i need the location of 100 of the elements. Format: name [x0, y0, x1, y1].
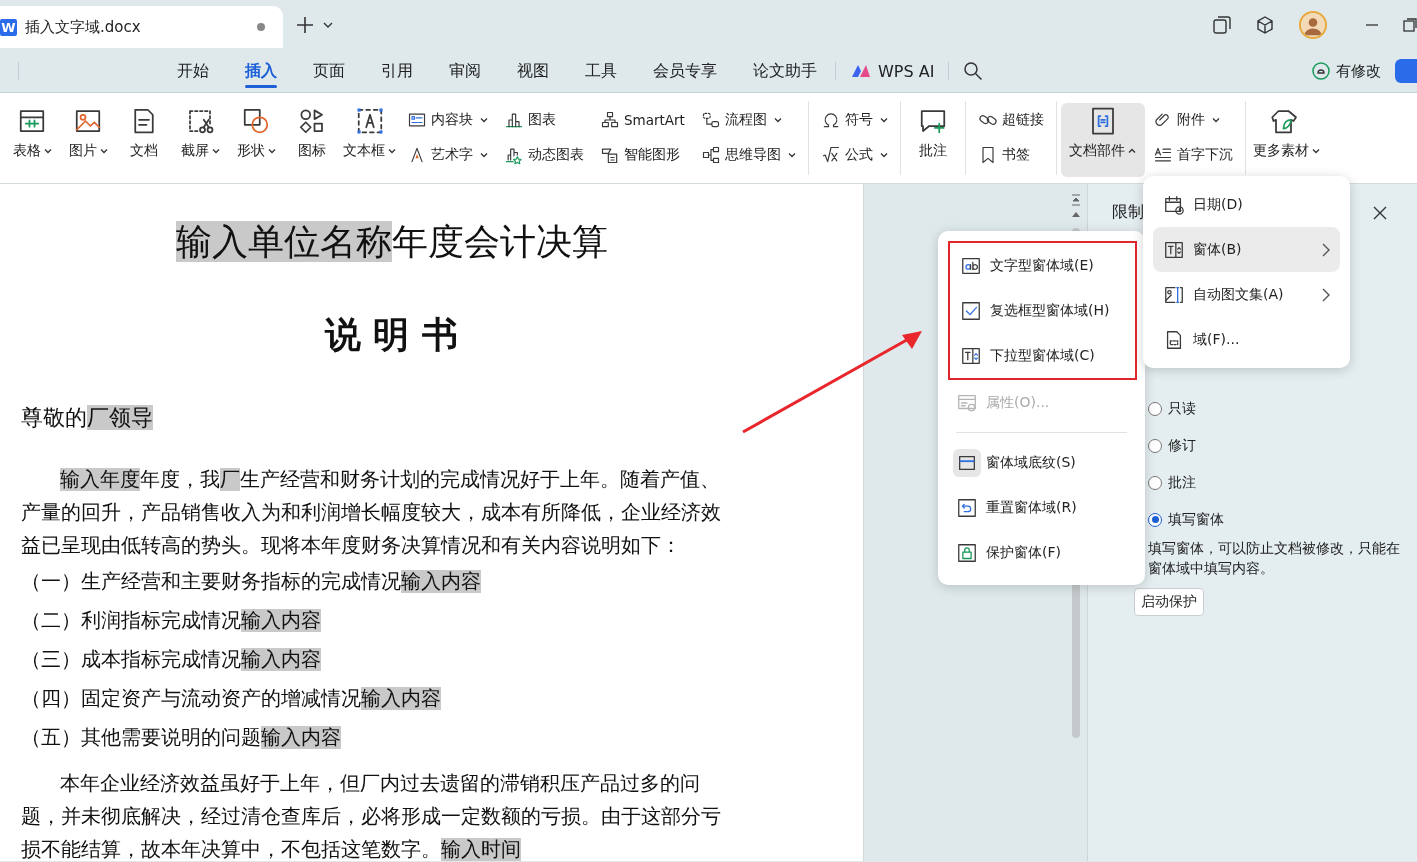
ribbon-button[interactable]: 动态图表 [502, 137, 586, 172]
ribbon-button[interactable]: 更多素材 [1249, 93, 1323, 183]
app-logo: W [0, 18, 17, 36]
list-item: （五）其他需要说明的问题输入内容 [21, 725, 342, 751]
plus-icon[interactable] [295, 15, 315, 35]
ai-button[interactable]: WPS AI [836, 61, 949, 81]
radio-option[interactable]: 修订 [1148, 427, 1224, 464]
caret-icon [787, 151, 796, 158]
ribbon-button[interactable]: 符号 [818, 102, 890, 137]
radio-option[interactable]: 只读 [1148, 390, 1224, 427]
menu-item[interactable]: 下拉型窗体域(C) [950, 333, 1135, 378]
menu-tab[interactable]: 会员专享 [635, 50, 735, 92]
ribbon-button[interactable]: 图表 [502, 102, 586, 137]
radio-option[interactable]: 填写窗体 [1148, 501, 1224, 538]
caret-icon [480, 151, 488, 158]
ribbon-button[interactable]: 文档 [116, 93, 172, 183]
panel-title: 限制 [1112, 202, 1144, 223]
ribbon-button[interactable]: 公式 [818, 137, 890, 172]
ribbon-button[interactable]: 首字下沉 [1150, 137, 1235, 172]
formula-icon [820, 144, 841, 165]
scroll-up-icon[interactable] [1071, 210, 1081, 218]
caret-icon [1311, 148, 1320, 154]
ribbon-button[interactable]: 流程图 [698, 102, 798, 137]
menu-item[interactable]: 自动图文集(A) [1153, 272, 1340, 317]
ribbon-button[interactable]: 艺术字 [405, 137, 490, 172]
cloud-sync-icon [1311, 61, 1331, 81]
menu-item[interactable]: 复选框型窗体域(H) [950, 288, 1135, 333]
menu-item[interactable]: 重置窗体域(R) [946, 485, 1137, 530]
ribbon-button[interactable]: 超链接 [975, 102, 1046, 137]
ribbon-button[interactable]: 文本框 [340, 93, 399, 183]
list-item: （二）利润指标完成情况输入内容 [21, 608, 322, 634]
changes-status[interactable]: 有修改 [1311, 61, 1381, 81]
shapes-icon [241, 106, 271, 136]
paragraph: 本年企业经济效益虽好于上年，但厂内过去遗留的滞销积压产品过多的问题，并未彻底解决，经过清仓查库后，必将形成一定数额的亏损。由于这部分亏损不能结算，故本年决算中，不包括这笔数字。输入时间 [21, 771, 722, 861]
menu-item[interactable]: 窗体域底纹(S) [946, 440, 1137, 485]
search-icon[interactable] [963, 61, 984, 81]
caret-icon [267, 148, 276, 154]
ribbon-button[interactable]: 形状 [228, 93, 284, 183]
menu-item[interactable]: 文字型窗体域(E) [950, 243, 1135, 288]
close-icon[interactable] [1373, 206, 1387, 220]
scroll-top-icon[interactable] [1071, 194, 1081, 206]
cube-icon[interactable] [1255, 15, 1275, 35]
description-text: 填写窗体，可以防止文档被修改，只能在窗体域中填写内容。 [1148, 539, 1401, 578]
ribbon-button[interactable]: 附件 [1150, 102, 1235, 137]
menu-tab[interactable]: 视图 [499, 50, 567, 92]
ribbon-button[interactable]: 图片 [60, 93, 116, 183]
caret-icon [480, 116, 488, 123]
menu-tab[interactable]: 插入 [227, 50, 295, 92]
org-chart-icon [600, 109, 620, 130]
ribbon-button[interactable]: 批注 [904, 93, 961, 183]
menu-item[interactable]: 域(F)... [1153, 317, 1340, 362]
menu-tab[interactable]: 开始 [159, 50, 227, 92]
document-title: 说 明 书 [323, 312, 460, 356]
caret-icon [879, 151, 888, 158]
avatar[interactable] [1299, 11, 1327, 39]
start-protection-button[interactable]: 启动保护 [1134, 588, 1204, 616]
menu-item[interactable]: 保护窗体(F) [946, 530, 1137, 575]
windows-icon[interactable] [1213, 16, 1231, 34]
caret-icon [773, 116, 782, 123]
ribbon-button[interactable]: SmartArt [598, 102, 687, 137]
ribbon-button[interactable]: 书签 [975, 137, 1046, 172]
ribbon-button[interactable]: 内容块 [405, 102, 490, 137]
caret-icon [388, 148, 396, 154]
ribbon-button[interactable]: 智能图形 [598, 137, 687, 172]
share-button[interactable] [1395, 59, 1417, 83]
lock-icon [956, 541, 978, 564]
list-item: （一）生产经营和主要财务指标的完成情况输入内容 [21, 569, 482, 595]
caret-icon [879, 116, 888, 123]
ribbon-button[interactable]: 文档部件 [1060, 103, 1145, 177]
mind-map-icon [700, 144, 721, 165]
ai-logo [850, 63, 872, 79]
document-title: 输入单位名称年度会计决算 [174, 220, 609, 264]
caret-icon[interactable] [323, 21, 333, 29]
menu-tab[interactable]: 工具 [567, 50, 635, 92]
ribbon-button[interactable]: 表格 [4, 93, 60, 183]
caret-icon [1128, 148, 1137, 154]
restore-icon[interactable] [1403, 18, 1417, 32]
calendar-icon [1163, 193, 1185, 216]
caret-icon [211, 148, 220, 154]
menu-tab[interactable]: 审阅 [431, 50, 499, 92]
radio-option[interactable]: 批注 [1148, 464, 1224, 501]
menu-item[interactable]: 日期(D) [1153, 182, 1340, 227]
ribbon-button[interactable]: 思维导图 [698, 137, 798, 172]
chevron-right-icon [1322, 287, 1330, 302]
menu-tab[interactable]: 引用 [363, 50, 431, 92]
caret-icon [43, 148, 52, 154]
list-item: （三）成本指标完成情况输入内容 [21, 647, 322, 673]
checkbox-icon [960, 299, 982, 322]
caret-icon [1211, 116, 1220, 123]
document-title-text: 插入文字域.docx [25, 17, 142, 37]
menu-tab[interactable]: 页面 [295, 50, 363, 92]
list-item: （四）固定资产与流动资产的增减情况输入内容 [21, 686, 442, 712]
ribbon-button[interactable]: 截屏 [172, 93, 228, 183]
document-tab[interactable]: W 插入文字域.docx [0, 6, 283, 48]
paragraph: 输入年度年度，我厂生产经营和财务计划的完成情况好于上年。随着产值、产量的回升，产品销售收入为和利润增长幅度较大，成本有所降低，企业经济效益已呈现由低转高的势头。现将本年度财务决算情况和有关内容说明如下： [21, 467, 722, 559]
salutation: 尊敬的厂领导 [21, 404, 154, 432]
ribbon-button[interactable]: 图标 [284, 93, 340, 183]
menu-tab[interactable]: 论文助手 [735, 50, 835, 92]
menu-item[interactable]: 窗体(B) [1153, 227, 1340, 272]
caret-icon [99, 148, 108, 154]
